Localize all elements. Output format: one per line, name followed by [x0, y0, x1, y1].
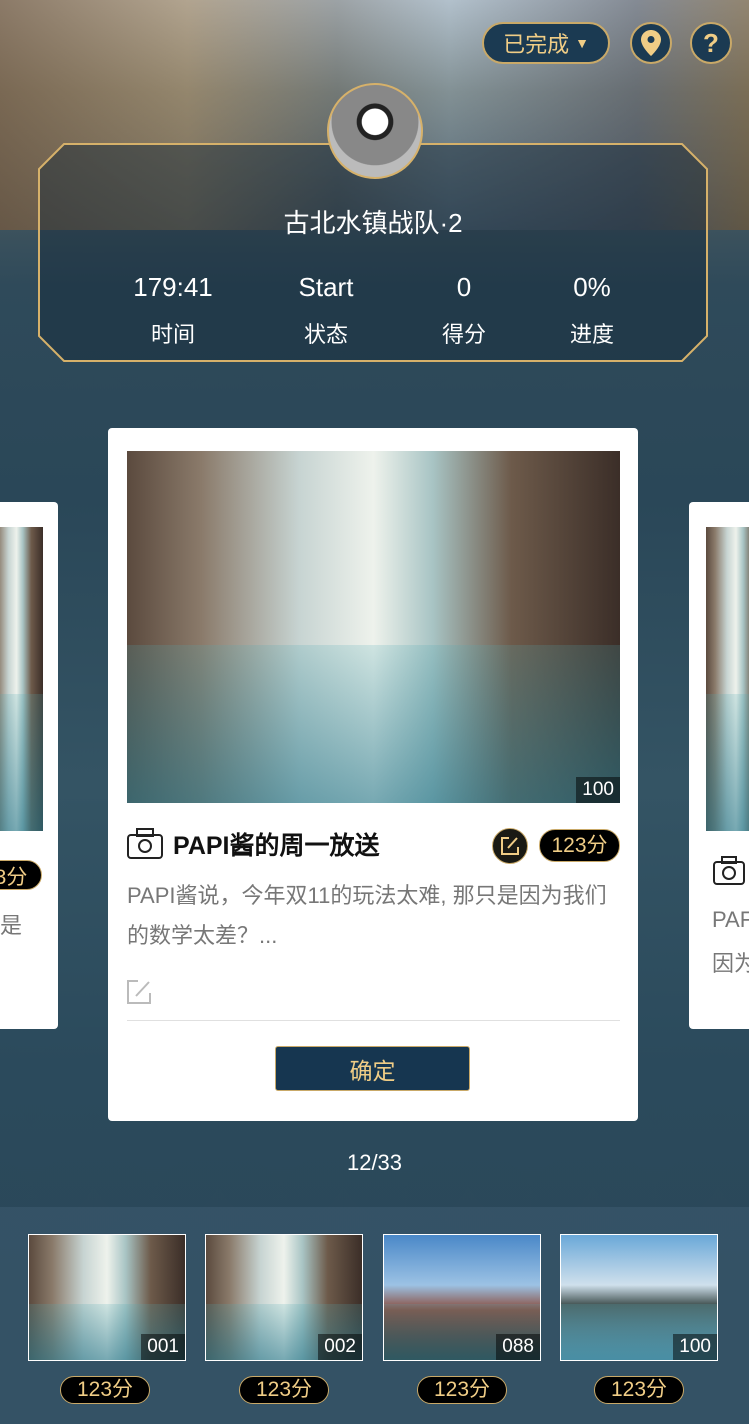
task-title-row: PAPI酱的周一放送 — [127, 826, 380, 862]
task-description: PAPI酱说，今年双11的玩法太难, 那只是因为我们的数学太差？... — [127, 883, 607, 948]
stat-value: 0% — [573, 272, 611, 302]
thumbnail-number: 088 — [496, 1334, 540, 1360]
next-desc-line1: PAF — [712, 907, 749, 932]
stat-label: 得分 — [441, 322, 486, 347]
stat-status: Start 状态 — [261, 272, 391, 349]
help-icon: ? — [703, 27, 719, 58]
status-filter-dropdown[interactable]: 已完成 ▼ — [482, 22, 610, 64]
stat-value: Start — [298, 272, 354, 302]
note-edit-icon[interactable] — [127, 980, 151, 1004]
thumbnail-score: 123分 — [60, 1376, 150, 1404]
thumbnail-2[interactable]: 002 — [205, 1234, 363, 1361]
stat-progress: 0% 进度 — [527, 272, 657, 349]
team-avatar — [327, 83, 423, 179]
stat-label: 状态 — [303, 322, 348, 347]
image-number: 100 — [576, 777, 620, 803]
edit-button[interactable] — [492, 828, 528, 864]
stat-label: 时间 — [150, 322, 195, 347]
next-task-image — [706, 527, 749, 831]
location-button[interactable] — [630, 22, 672, 64]
thumbnail-score: 123分 — [594, 1376, 684, 1404]
thumbnail-4[interactable]: 100 — [560, 1234, 718, 1361]
next-desc-line2: 因为 — [712, 951, 749, 976]
task-title: PAPI酱的周一放送 — [173, 832, 380, 860]
thumbnail-number: 001 — [141, 1334, 185, 1360]
thumbnail-3[interactable]: 088 — [383, 1234, 541, 1361]
thumbnail-1[interactable]: 001 — [28, 1234, 186, 1361]
thumbnail-score: 123分 — [239, 1376, 329, 1404]
task-score-badge: 123分 — [539, 829, 620, 862]
edit-icon — [501, 837, 519, 855]
thumbnail-number: 002 — [318, 1334, 362, 1360]
thumbnail-score: 123分 — [417, 1376, 507, 1404]
location-pin-icon — [641, 30, 661, 56]
caret-down-icon: ▼ — [575, 35, 589, 51]
stat-label: 进度 — [569, 322, 614, 347]
filter-label: 已完成 — [503, 32, 570, 57]
thumbnail-number: 100 — [673, 1334, 717, 1360]
next-task-card[interactable]: PAF 因为 — [689, 502, 749, 1029]
help-button[interactable]: ? — [690, 22, 732, 64]
camera-icon — [127, 828, 163, 859]
stat-score: 0 得分 — [399, 272, 529, 349]
stat-time: 179:41 时间 — [108, 272, 238, 349]
divider — [127, 1020, 620, 1021]
prev-desc: 是 — [0, 913, 23, 938]
camera-icon — [713, 856, 745, 885]
stat-value: 0 — [456, 272, 472, 302]
task-image[interactable]: 100 — [127, 451, 620, 803]
prev-task-card[interactable]: 3分 是 — [0, 502, 58, 1029]
page-indicator: 12/33 — [346, 1150, 403, 1175]
prev-score-badge: 3分 — [0, 860, 42, 890]
team-name: 古北水镇战队·2 — [283, 208, 463, 238]
prev-task-image — [0, 527, 43, 831]
stat-value: 179:41 — [133, 272, 213, 302]
confirm-button[interactable]: 确定 — [275, 1046, 470, 1091]
